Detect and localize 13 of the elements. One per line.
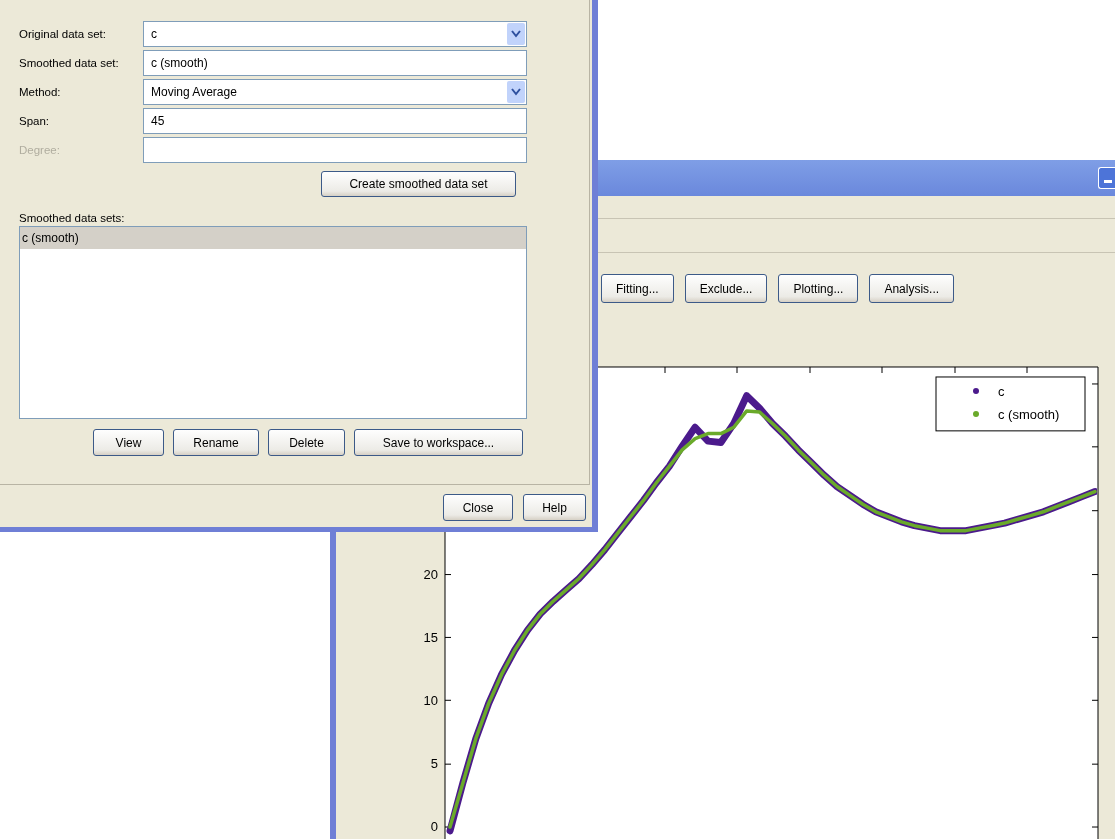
field-label: Original data set:: [19, 27, 107, 40]
axis-tick-label: 10: [423, 692, 438, 708]
axis-tick-label: 5: [430, 755, 438, 771]
field-label: Method:: [19, 85, 62, 98]
list-label: Smoothed data sets:: [19, 212, 126, 226]
field-label: Degree:: [19, 143, 61, 156]
legend-label: c: [998, 383, 1005, 399]
axis-tick-label: 0: [430, 819, 438, 834]
field-label: Span:: [19, 114, 51, 127]
axis-tick-label: 15: [423, 629, 438, 645]
axis-tick-label: 20: [423, 566, 438, 582]
field-label: Smoothed data set:: [19, 56, 120, 69]
legend-label: c (smooth): [998, 406, 1060, 422]
